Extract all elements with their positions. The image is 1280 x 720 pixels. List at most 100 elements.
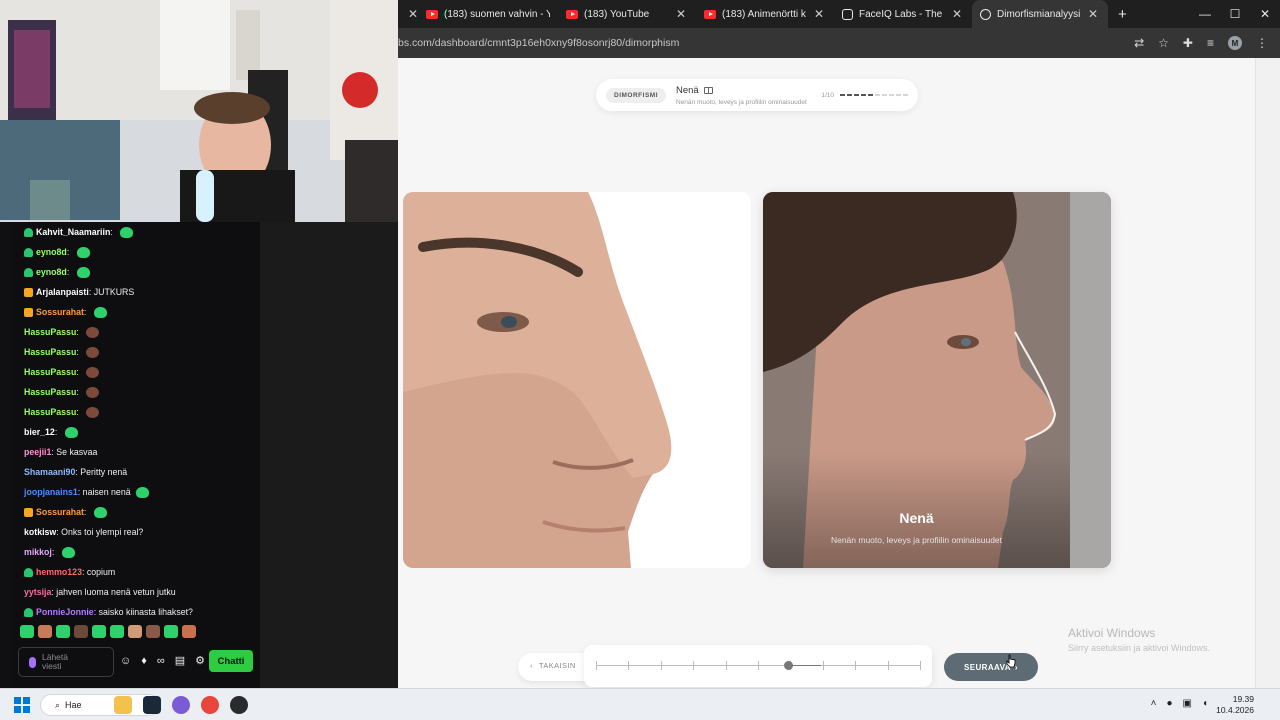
discord-icon[interactable] bbox=[172, 696, 190, 714]
chevron-up-icon[interactable]: ˄ bbox=[1151, 698, 1157, 709]
chat-separator: : bbox=[76, 387, 82, 397]
slider-thumb[interactable] bbox=[784, 661, 794, 670]
chat-username[interactable]: joopjanains1 bbox=[24, 487, 78, 497]
chat-username[interactable]: Shamaani90 bbox=[24, 467, 75, 477]
tab-animenortti[interactable]: (183) Animenörtti käy kä ✕ bbox=[696, 0, 834, 28]
obs-icon[interactable] bbox=[230, 696, 248, 714]
profile-avatar[interactable]: M bbox=[1228, 36, 1242, 50]
emote-bar[interactable] bbox=[20, 625, 196, 638]
step-dash bbox=[854, 94, 859, 96]
reference-profile-image bbox=[403, 192, 751, 568]
section-subtitle: Nenän muoto, leveys ja profiilin ominais… bbox=[676, 98, 807, 106]
network-icon[interactable]: ▣ bbox=[1183, 698, 1192, 709]
close-icon[interactable]: ✕ bbox=[812, 7, 826, 21]
tab-dimorfismianalyysi[interactable]: Dimorfismianalyysi – Face ✕ bbox=[972, 0, 1108, 28]
next-button-label: SEURAAVA bbox=[964, 662, 1011, 672]
chat-username[interactable]: eyno8d bbox=[36, 267, 67, 277]
crown-badge-icon[interactable] bbox=[24, 507, 33, 517]
chat-username[interactable]: HassuPassu bbox=[24, 387, 76, 397]
tab-faceiq-labs[interactable]: FaceIQ Labs - The Self-Im ✕ bbox=[834, 0, 972, 28]
chat-username[interactable]: PonnieJonnie bbox=[36, 607, 94, 617]
chat-username[interactable]: HassuPassu bbox=[24, 347, 76, 357]
chat-message: joopjanains1: naisen nenä bbox=[12, 482, 260, 502]
chat-username[interactable]: Sossurahat bbox=[36, 307, 84, 317]
store-icon[interactable]: ▤ bbox=[175, 654, 185, 667]
activate-windows-title: Aktivoi Windows bbox=[1068, 626, 1156, 640]
sub-badge-icon[interactable] bbox=[24, 567, 33, 577]
chat-username[interactable]: yytsija bbox=[24, 587, 51, 597]
minimize-icon[interactable]: — bbox=[1190, 0, 1220, 28]
chrome-icon[interactable] bbox=[201, 696, 219, 714]
book-icon[interactable] bbox=[703, 86, 713, 94]
clock-date: 10.4.2026 bbox=[1216, 705, 1254, 715]
chat-username[interactable]: bier_12 bbox=[24, 427, 55, 437]
chat-separator: : bbox=[76, 347, 82, 357]
close-icon[interactable]: ✕ bbox=[674, 7, 688, 21]
chat-emote-icon bbox=[76, 246, 90, 258]
url-field[interactable]: bs.com/dashboard/cmnt3p16eh0xny9f8osonrj… bbox=[398, 37, 1134, 49]
chat-username[interactable]: HassuPassu bbox=[24, 407, 76, 417]
extensions-icon[interactable]: ✚ bbox=[1183, 36, 1193, 50]
chat-username[interactable]: Arjalanpaisti bbox=[36, 287, 89, 297]
step-slider[interactable] bbox=[584, 645, 932, 687]
chat-message-list: Kahvit_Naamariin: eyno8d: eyno8d: Arjala… bbox=[12, 222, 260, 622]
chat-text: saisko kiinasta lihakset? bbox=[98, 607, 193, 617]
slider-tick bbox=[725, 661, 727, 670]
taskbar-search[interactable]: ⌕ Hae bbox=[40, 694, 160, 716]
chat-input[interactable]: Lähetä viesti bbox=[18, 647, 114, 677]
page-scrollbar[interactable] bbox=[1255, 58, 1280, 688]
smiley-icon[interactable]: ☺ bbox=[120, 655, 131, 667]
step-dash bbox=[840, 94, 845, 96]
youtube-icon bbox=[426, 9, 438, 19]
bookmark-star-icon[interactable]: ☆ bbox=[1158, 36, 1169, 50]
chat-text: copium bbox=[86, 567, 116, 577]
loop-icon[interactable]: ∞ bbox=[157, 655, 165, 667]
chat-username[interactable]: peejii1 bbox=[24, 447, 51, 457]
slider-tick bbox=[596, 661, 597, 670]
reading-list-icon[interactable]: ≡ bbox=[1207, 36, 1214, 50]
file-explorer-icon[interactable] bbox=[114, 696, 132, 714]
windows-start-icon[interactable] bbox=[14, 697, 30, 713]
steam-icon[interactable] bbox=[143, 696, 161, 714]
chat-username[interactable]: HassuPassu bbox=[24, 327, 76, 337]
translate-icon[interactable]: ⇄ bbox=[1134, 36, 1144, 50]
step-dash bbox=[896, 94, 901, 96]
close-icon[interactable]: ✕ bbox=[950, 7, 964, 21]
chat-username[interactable]: Kahvit_Naamariin bbox=[36, 227, 110, 237]
chat-username[interactable]: hemmo123 bbox=[36, 567, 82, 577]
tab-suomen-vahvin[interactable]: ✕ (183) suomen vahvin - Yo bbox=[398, 0, 558, 28]
back-button[interactable]: ‹ TAKAISIN bbox=[530, 661, 576, 670]
tab-youtube[interactable]: (183) YouTube ✕ bbox=[558, 0, 696, 28]
section-title-row: Nenä bbox=[676, 85, 807, 96]
chat-username[interactable]: HassuPassu bbox=[24, 367, 76, 377]
sub-badge-icon[interactable] bbox=[24, 247, 33, 257]
close-window-icon[interactable]: ✕ bbox=[1250, 0, 1280, 28]
step-counter: 1/10 bbox=[821, 91, 834, 99]
maximize-icon[interactable]: ☐ bbox=[1220, 0, 1250, 28]
next-button[interactable]: SEURAAVA › bbox=[944, 653, 1038, 681]
chat-username[interactable]: eyno8d bbox=[36, 247, 67, 257]
chat-username[interactable]: Sossurahat bbox=[36, 507, 84, 517]
chat-separator: : bbox=[76, 327, 82, 337]
close-icon[interactable]: ✕ bbox=[406, 7, 420, 21]
user-profile-image: Nenä Nenän muoto, leveys ja profiilin om… bbox=[763, 192, 1111, 568]
volume-icon[interactable]: ◖ bbox=[1202, 698, 1208, 709]
crown-badge-icon[interactable] bbox=[24, 307, 33, 317]
gear-icon[interactable]: ⚙ bbox=[195, 654, 205, 667]
bits-icon[interactable]: ♦ bbox=[141, 655, 147, 667]
chat-text: Onks toi ylempi real? bbox=[61, 527, 144, 537]
clock[interactable]: 19.39 10.4.2026 bbox=[1216, 694, 1254, 716]
close-icon[interactable]: ✕ bbox=[1086, 7, 1100, 21]
crown-badge-icon[interactable] bbox=[24, 287, 33, 297]
sub-badge-icon[interactable] bbox=[24, 267, 33, 277]
new-tab-button[interactable]: + bbox=[1108, 6, 1137, 23]
microphone-icon[interactable] bbox=[29, 656, 36, 668]
microphone-tray-icon[interactable]: ● bbox=[1166, 698, 1172, 709]
chat-username[interactable]: mikkoj bbox=[24, 547, 52, 557]
sub-badge-icon[interactable] bbox=[24, 607, 33, 617]
slider-tick bbox=[660, 661, 662, 670]
menu-icon[interactable]: ⋮ bbox=[1256, 36, 1268, 50]
sub-badge-icon[interactable] bbox=[24, 227, 33, 237]
chat-send-button[interactable]: Chatti bbox=[209, 650, 253, 672]
chat-username[interactable]: kotkisw bbox=[24, 527, 56, 537]
